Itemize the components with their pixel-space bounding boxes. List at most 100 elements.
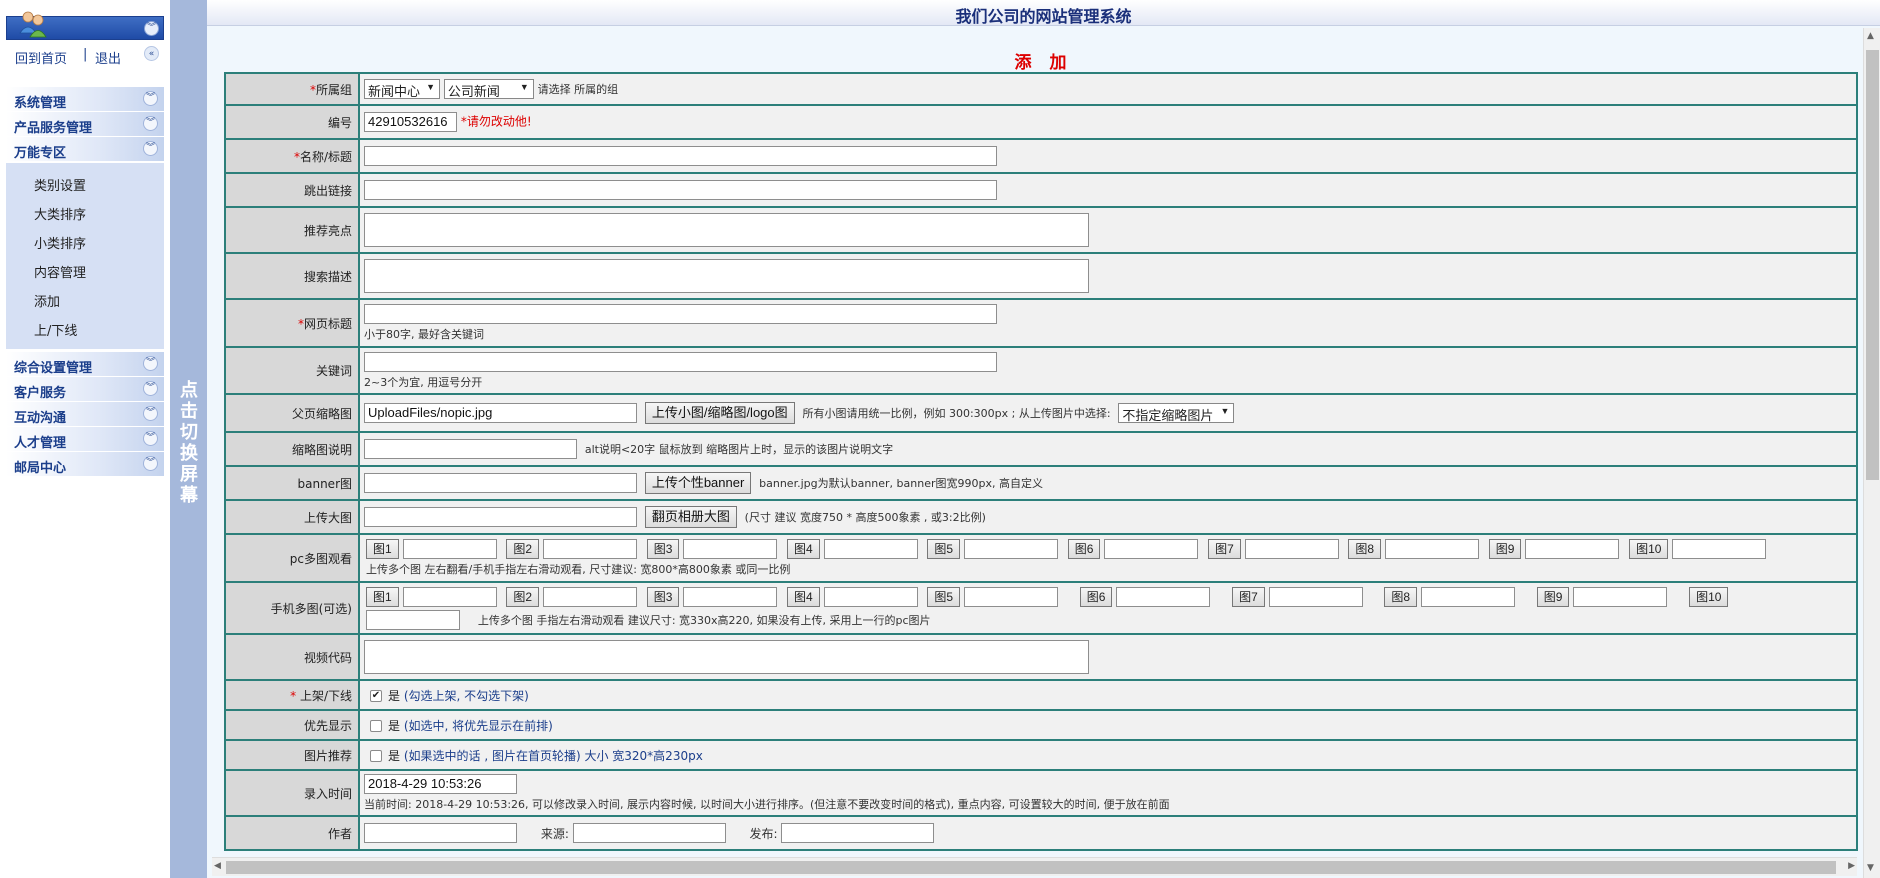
- submenu-item-content-management[interactable]: 内容管理: [34, 262, 86, 281]
- mobile-pic-button-2[interactable]: 图2: [506, 586, 540, 607]
- pc-pic-input-6[interactable]: [1104, 539, 1199, 559]
- submenu-item-add[interactable]: 添加: [34, 291, 60, 310]
- group-select-secondary[interactable]: 公司新闻 ▼: [443, 79, 534, 99]
- logout-link[interactable]: 退出: [95, 48, 121, 67]
- banner-path-input[interactable]: [364, 473, 637, 493]
- thumbnail-path-input[interactable]: UploadFiles/nopic.jpg: [364, 403, 637, 423]
- mobile-pic-input-8[interactable]: [1420, 586, 1515, 607]
- double-left-icon[interactable]: «: [144, 46, 159, 61]
- keywords-input[interactable]: [364, 351, 997, 372]
- mobile-pic-button-1[interactable]: 图1: [366, 586, 399, 607]
- upload-thumbnail-button[interactable]: 上传小图/缩略图/logo图: [644, 402, 795, 424]
- pc-pic-input-2[interactable]: [542, 539, 637, 559]
- scroll-left-icon[interactable]: ◀: [214, 861, 221, 871]
- name-input[interactable]: [364, 146, 997, 166]
- thumbnail-select[interactable]: 不指定缩略图片 ▼: [1118, 403, 1235, 423]
- pc-pic-input-8[interactable]: [1384, 539, 1479, 559]
- chevron-down-icon[interactable]: ︾: [143, 381, 158, 396]
- pc-pic-button-5[interactable]: 图5: [927, 539, 961, 559]
- horizontal-scroll-thumb[interactable]: [226, 861, 1836, 874]
- chevron-down-icon[interactable]: ︾: [143, 406, 158, 421]
- mobile-pic-button-4[interactable]: 图4: [787, 586, 820, 607]
- chevron-down-icon[interactable]: ︾: [143, 91, 158, 106]
- code-input[interactable]: 42910532616: [364, 112, 457, 132]
- pc-pic-button-2[interactable]: 图2: [506, 539, 540, 559]
- pc-pic-input-10[interactable]: [1672, 539, 1767, 559]
- pc-pic-button-4[interactable]: 图4: [787, 539, 820, 559]
- mobile-pic-input-1[interactable]: [402, 586, 497, 607]
- pc-pic-button-8[interactable]: 图8: [1348, 539, 1382, 559]
- mobile-pic-input-7[interactable]: [1268, 586, 1363, 607]
- big-picture-path-input[interactable]: [364, 507, 637, 527]
- collapse-all-icon[interactable]: ︾: [144, 21, 159, 36]
- upload-album-button[interactable]: 翻页相册大图: [644, 506, 737, 528]
- video-code-textarea[interactable]: [364, 640, 1089, 674]
- mobile-pic-button-6[interactable]: 图6: [1079, 586, 1113, 607]
- submenu-item-category-settings[interactable]: 类别设置: [34, 175, 86, 194]
- menu-group-settings[interactable]: 综合设置管理 ︾: [6, 352, 164, 376]
- mobile-pic-input-5[interactable]: [963, 586, 1058, 607]
- home-link[interactable]: 回到首页: [15, 48, 67, 67]
- pc-pic-input-1[interactable]: [402, 539, 497, 559]
- submenu-item-online-offline[interactable]: 上/下线: [34, 320, 77, 339]
- mobile-pic-input-9[interactable]: [1573, 586, 1668, 607]
- mobile-pic-button-8[interactable]: 图8: [1384, 586, 1418, 607]
- highlight-textarea[interactable]: [364, 213, 1089, 247]
- scroll-up-icon[interactable]: ▲: [1867, 31, 1874, 41]
- pc-pic-button-6[interactable]: 图6: [1067, 539, 1101, 559]
- mobile-pic-input-4[interactable]: [823, 586, 918, 607]
- scroll-right-icon[interactable]: ▶: [1848, 861, 1855, 871]
- chevron-down-icon[interactable]: ︾: [143, 431, 158, 446]
- source-input[interactable]: [572, 823, 726, 843]
- pc-pic-button-7[interactable]: 图7: [1208, 539, 1241, 559]
- pc-pic-input-7[interactable]: [1244, 539, 1339, 559]
- pc-pic-input-3[interactable]: [683, 539, 778, 559]
- menu-group-products[interactable]: 产品服务管理 ︾: [6, 112, 164, 136]
- vertical-scroll-thumb[interactable]: [1866, 50, 1879, 480]
- menu-group-mail[interactable]: 邮局中心 ︾: [6, 452, 164, 476]
- mobile-pic-button-3[interactable]: 图3: [646, 586, 680, 607]
- mobile-pic-button-9[interactable]: 图9: [1536, 586, 1570, 607]
- pc-pic-input-4[interactable]: [823, 539, 918, 559]
- entry-time-input[interactable]: 2018-4-29 10:53:26: [364, 774, 517, 794]
- menu-group-customer-service[interactable]: 客户服务 ︾: [6, 377, 164, 401]
- menu-group-interaction[interactable]: 互动沟通 ︾: [6, 402, 164, 426]
- pc-pic-input-9[interactable]: [1525, 539, 1620, 559]
- pc-pic-button-10[interactable]: 图10: [1629, 539, 1669, 559]
- chevron-down-icon[interactable]: ︾: [143, 356, 158, 371]
- mobile-pic-input-2[interactable]: [542, 586, 637, 607]
- thumbnail-alt-input[interactable]: [364, 439, 577, 459]
- publish-input[interactable]: [781, 823, 935, 843]
- upload-banner-button[interactable]: 上传个性banner: [644, 472, 752, 494]
- chevron-down-icon[interactable]: ︾: [143, 116, 158, 131]
- chevron-down-icon[interactable]: ︾: [143, 141, 158, 156]
- mobile-pic-button-10[interactable]: 图10: [1689, 586, 1729, 607]
- toggle-screen-bar[interactable]: 点击切换屏幕: [170, 0, 207, 878]
- page-title-input[interactable]: [364, 304, 997, 324]
- mobile-pic-button-5[interactable]: 图5: [927, 586, 961, 607]
- vertical-scrollbar[interactable]: ▲ ▼: [1863, 28, 1880, 878]
- pc-pic-button-9[interactable]: 图9: [1488, 539, 1522, 559]
- submenu-item-major-sort[interactable]: 大类排序: [34, 204, 86, 223]
- recommend-checkbox[interactable]: [370, 750, 382, 762]
- group-select-primary[interactable]: 新闻中心 ▼: [364, 79, 440, 99]
- submenu-item-minor-sort[interactable]: 小类排序: [34, 233, 86, 252]
- chevron-down-icon[interactable]: ︾: [143, 456, 158, 471]
- menu-group-system[interactable]: 系统管理 ︾: [6, 87, 164, 111]
- pc-pic-button-1[interactable]: 图1: [366, 539, 399, 559]
- mobile-pic-input-10[interactable]: [366, 609, 460, 630]
- priority-checkbox[interactable]: [370, 720, 382, 732]
- mobile-pic-button-7[interactable]: 图7: [1232, 586, 1265, 607]
- menu-group-universal[interactable]: 万能专区 ︾: [6, 137, 164, 161]
- online-checkbox[interactable]: ✔: [370, 690, 382, 702]
- horizontal-scrollbar[interactable]: ◀ ▶: [212, 857, 1857, 876]
- mobile-pic-input-6[interactable]: [1116, 586, 1211, 607]
- author-input[interactable]: [364, 823, 517, 843]
- menu-group-talent[interactable]: 人才管理 ︾: [6, 427, 164, 451]
- description-textarea[interactable]: [364, 259, 1089, 293]
- pc-pic-input-5[interactable]: [963, 539, 1058, 559]
- scroll-down-icon[interactable]: ▼: [1867, 863, 1874, 873]
- pc-pic-button-3[interactable]: 图3: [646, 539, 680, 559]
- jump-link-input[interactable]: [364, 180, 997, 200]
- mobile-pic-input-3[interactable]: [683, 586, 778, 607]
